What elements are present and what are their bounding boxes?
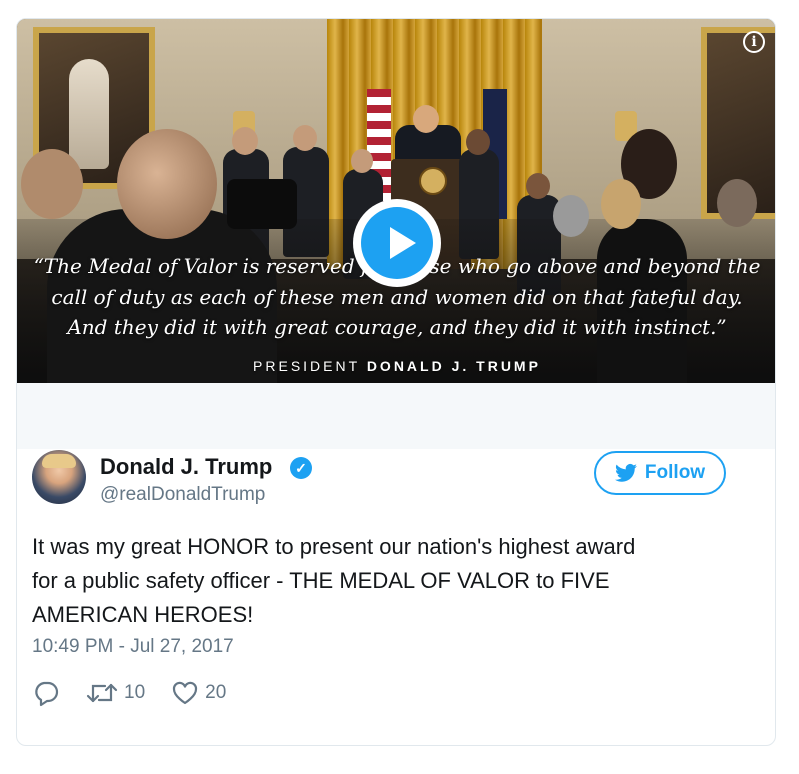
- officer-head: [232, 127, 258, 155]
- officer-head: [293, 125, 317, 151]
- quote-line: And they did it with great courage, and …: [67, 315, 727, 339]
- tweet-text-line: It was my great HONOR to present our nat…: [32, 534, 636, 559]
- follow-label: Follow: [644, 462, 706, 483]
- photographer-head: [117, 129, 217, 239]
- like-button[interactable]: 20: [171, 679, 226, 707]
- audience-head: [601, 179, 641, 229]
- info-icon[interactable]: i: [743, 31, 765, 53]
- avatar[interactable]: [32, 450, 86, 504]
- audience-head: [553, 195, 589, 237]
- officer-head: [466, 129, 490, 155]
- portrait-figure: [69, 59, 109, 169]
- media-spacer: [17, 383, 775, 449]
- tweet-timestamp[interactable]: 10:49 PM - Jul 27, 2017: [32, 636, 234, 658]
- reply-button[interactable]: [32, 679, 60, 707]
- heart-icon: [173, 681, 198, 705]
- retweet-icon: [86, 683, 118, 703]
- verified-badge-icon: ✓: [290, 457, 312, 479]
- tweet-text: It was my great HONOR to present our nat…: [32, 530, 732, 632]
- follow-button[interactable]: Follow: [594, 451, 726, 495]
- attribution-name: DONALD J. TRUMP: [366, 358, 541, 374]
- attribution-title: PRESIDENT: [253, 358, 360, 374]
- officer-head: [351, 149, 373, 173]
- like-count: 20: [205, 682, 227, 703]
- retweet-count: 10: [124, 682, 146, 703]
- play-icon: [361, 207, 433, 279]
- camera: [227, 179, 297, 229]
- twitter-bird-icon: [614, 463, 637, 482]
- author-handle[interactable]: @realDonaldTrump: [100, 484, 265, 506]
- presidential-seal: [419, 167, 447, 195]
- tweet-text-line: for a public safety officer - THE MEDAL …: [32, 568, 610, 593]
- audience-head: [21, 149, 83, 219]
- tweet-text-line: AMERICAN HEROES!: [32, 602, 254, 627]
- retweet-button[interactable]: 10: [86, 679, 145, 707]
- officer-head: [526, 173, 550, 199]
- tweet-actions: 10 20: [32, 678, 252, 708]
- play-button[interactable]: [353, 199, 441, 287]
- author-name[interactable]: Donald J. Trump: [100, 454, 272, 480]
- reply-icon: [35, 681, 59, 707]
- speaker-head: [413, 105, 439, 133]
- video-player[interactable]: “The Medal of Valor is reserved for thos…: [17, 19, 775, 383]
- audience-head: [717, 179, 757, 227]
- quote-attribution: PRESIDENT DONALD J. TRUMP: [17, 358, 775, 374]
